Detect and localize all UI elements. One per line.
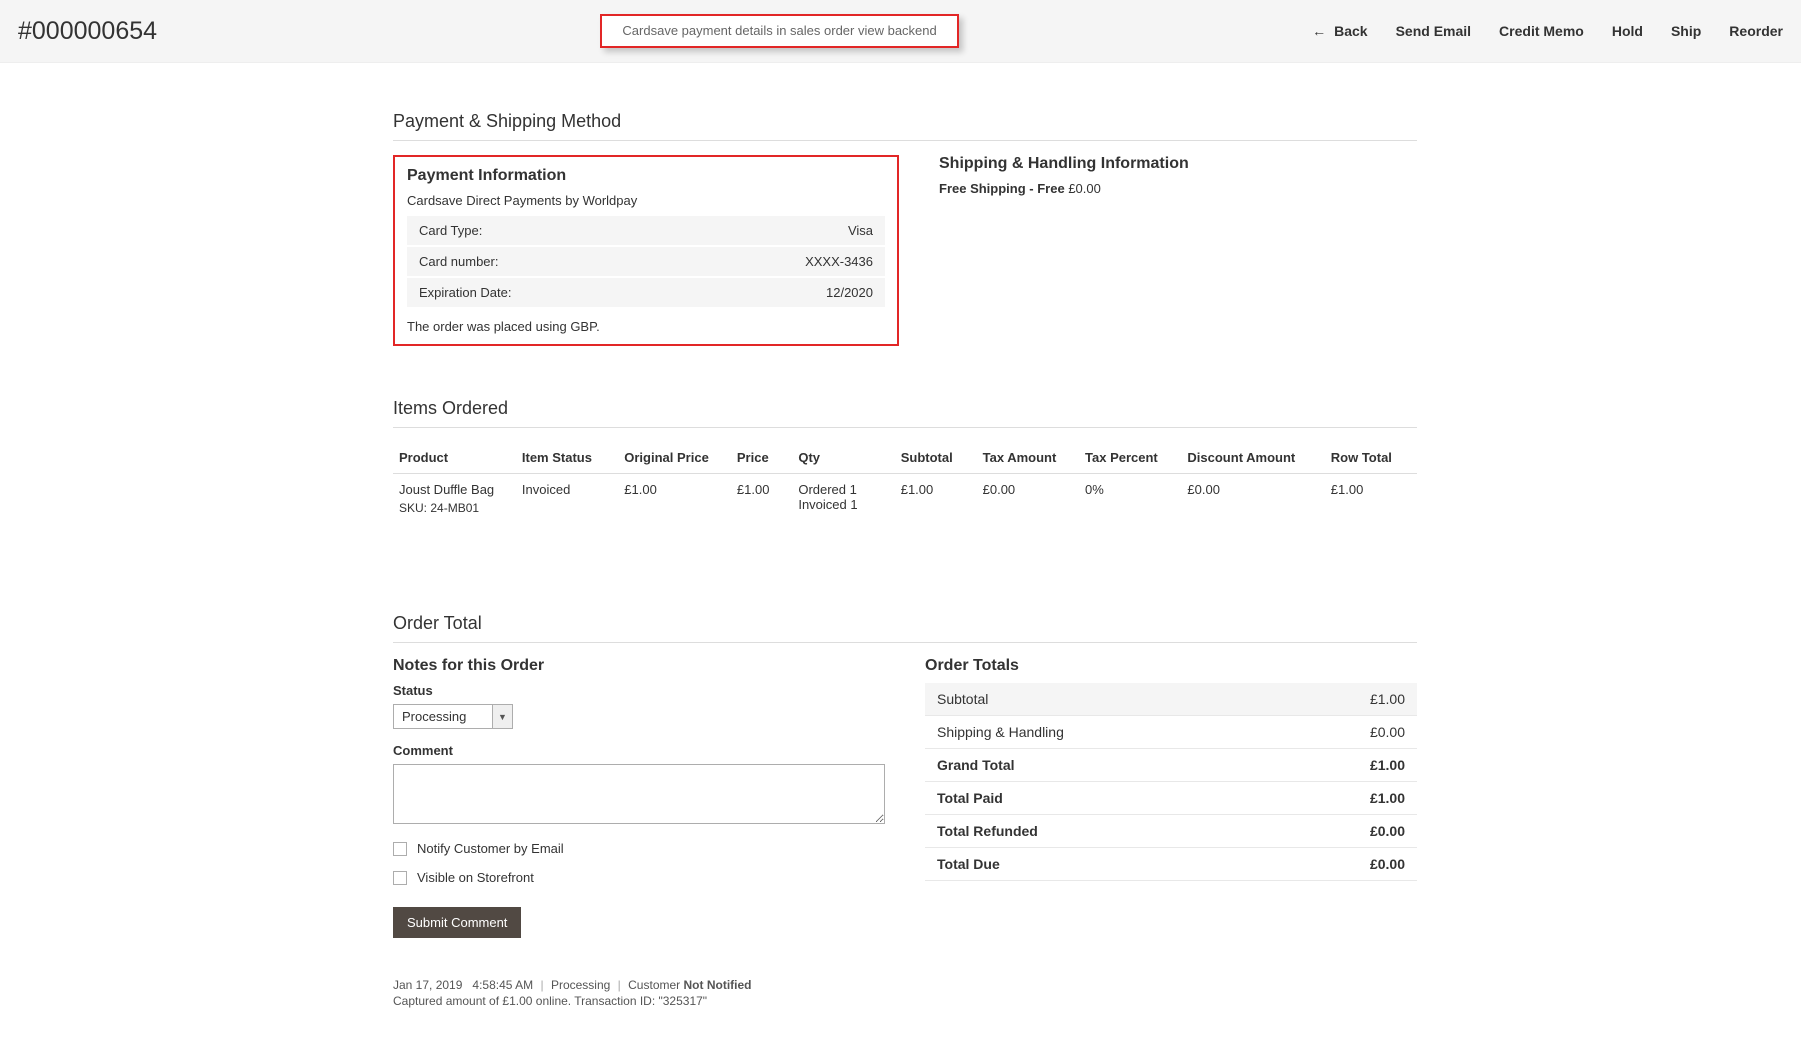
card-number-label: Card number: [407,246,674,277]
col-product: Product [393,442,516,474]
back-button[interactable]: ← Back [1312,23,1367,39]
callout-banner: Cardsave payment details in sales order … [600,14,958,48]
expiration-value: 12/2020 [674,277,885,308]
history-status: Processing [551,978,610,992]
item-name: Joust Duffle Bag [399,482,510,497]
hold-button[interactable]: Hold [1612,23,1643,39]
refunded-value: £0.00 [1279,815,1417,848]
ship-button[interactable]: Ship [1671,23,1701,39]
grand-label: Grand Total [925,749,1279,782]
sku-label: SKU: [399,501,427,515]
col-row-total: Row Total [1325,442,1417,474]
col-discount: Discount Amount [1181,442,1324,474]
back-label: Back [1334,23,1367,39]
table-row: Joust Duffle Bag SKU: 24-MB01 Invoiced £… [393,474,1417,524]
subtotal-label: Subtotal [925,683,1279,716]
order-total-heading: Order Total [393,613,1417,634]
shipping-label: Shipping & Handling [925,716,1279,749]
shipping-method-label: Free Shipping - Free [939,181,1065,196]
history-date: Jan 17, 2019 [393,978,462,992]
divider [393,427,1417,428]
visible-checkbox[interactable] [393,871,407,885]
paid-label: Total Paid [925,782,1279,815]
col-tax-percent: Tax Percent [1079,442,1181,474]
card-type-value: Visa [674,216,885,246]
qty-ordered: Ordered 1 [798,482,888,497]
history-entry: Jan 17, 2019 4:58:45 AM | Processing | C… [393,978,885,992]
col-qty: Qty [792,442,894,474]
history-capture: Captured amount of £1.00 online. Transac… [393,994,885,1008]
notify-label: Notify Customer by Email [417,841,564,856]
col-price: Price [731,442,792,474]
notes-title: Notes for this Order [393,657,885,675]
sku-value: 24-MB01 [430,501,479,515]
history-customer-label: Customer [628,978,680,992]
shipping-value: £0.00 [1279,716,1417,749]
comment-label: Comment [393,743,885,758]
comment-textarea[interactable] [393,764,885,824]
payment-info-title: Payment Information [407,167,885,185]
paid-value: £1.00 [1279,782,1417,815]
header-actions: ← Back Send Email Credit Memo Hold Ship … [1312,23,1783,39]
subtotal-value: £1.00 [1279,683,1417,716]
order-totals-title: Order Totals [925,657,1417,675]
status-value: Processing [393,704,493,729]
refunded-label: Total Refunded [925,815,1279,848]
card-number-value: XXXX-3436 [674,246,885,277]
shipping-info-title: Shipping & Handling Information [939,155,1417,173]
payment-shipping-heading: Payment & Shipping Method [393,111,1417,132]
col-subtotal: Subtotal [895,442,977,474]
col-tax-amount: Tax Amount [977,442,1079,474]
col-item-status: Item Status [516,442,618,474]
item-original-price: £1.00 [618,474,731,524]
item-tax-amount: £0.00 [977,474,1079,524]
status-select[interactable]: Processing ▼ [393,704,885,729]
shipping-amount: £0.00 [1068,181,1101,196]
items-table: Product Item Status Original Price Price… [393,442,1417,523]
divider [393,140,1417,141]
grand-value: £1.00 [1279,749,1417,782]
notify-checkbox[interactable] [393,842,407,856]
expiration-label: Expiration Date: [407,277,674,308]
divider [393,642,1417,643]
status-label: Status [393,683,885,698]
item-subtotal: £1.00 [895,474,977,524]
order-totals-table: Subtotal £1.00 Shipping & Handling £0.00… [925,683,1417,881]
payment-details-table: Card Type: Visa Card number: XXXX-3436 E… [407,216,885,309]
shipping-method: Free Shipping - Free £0.00 [939,181,1417,196]
item-status: Invoiced [516,474,618,524]
due-value: £0.00 [1279,848,1417,881]
card-type-label: Card Type: [407,216,674,246]
arrow-left-icon: ← [1312,23,1326,39]
history-notified: Not Notified [684,978,752,992]
item-tax-percent: 0% [1079,474,1181,524]
item-row-total: £1.00 [1325,474,1417,524]
credit-memo-button[interactable]: Credit Memo [1499,23,1584,39]
payment-information-block: Payment Information Cardsave Direct Paym… [393,155,899,346]
currency-note: The order was placed using GBP. [407,319,885,334]
send-email-button[interactable]: Send Email [1396,23,1471,39]
due-label: Total Due [925,848,1279,881]
order-number: #000000654 [18,17,157,46]
item-price: £1.00 [731,474,792,524]
submit-comment-button[interactable]: Submit Comment [393,907,521,938]
qty-invoiced: Invoiced 1 [798,497,888,512]
col-original-price: Original Price [618,442,731,474]
history-time: 4:58:45 AM [472,978,533,992]
reorder-button[interactable]: Reorder [1729,23,1783,39]
payment-method: Cardsave Direct Payments by Worldpay [407,193,885,208]
item-discount: £0.00 [1181,474,1324,524]
items-ordered-heading: Items Ordered [393,398,1417,419]
dropdown-icon: ▼ [493,704,513,729]
visible-label: Visible on Storefront [417,870,534,885]
